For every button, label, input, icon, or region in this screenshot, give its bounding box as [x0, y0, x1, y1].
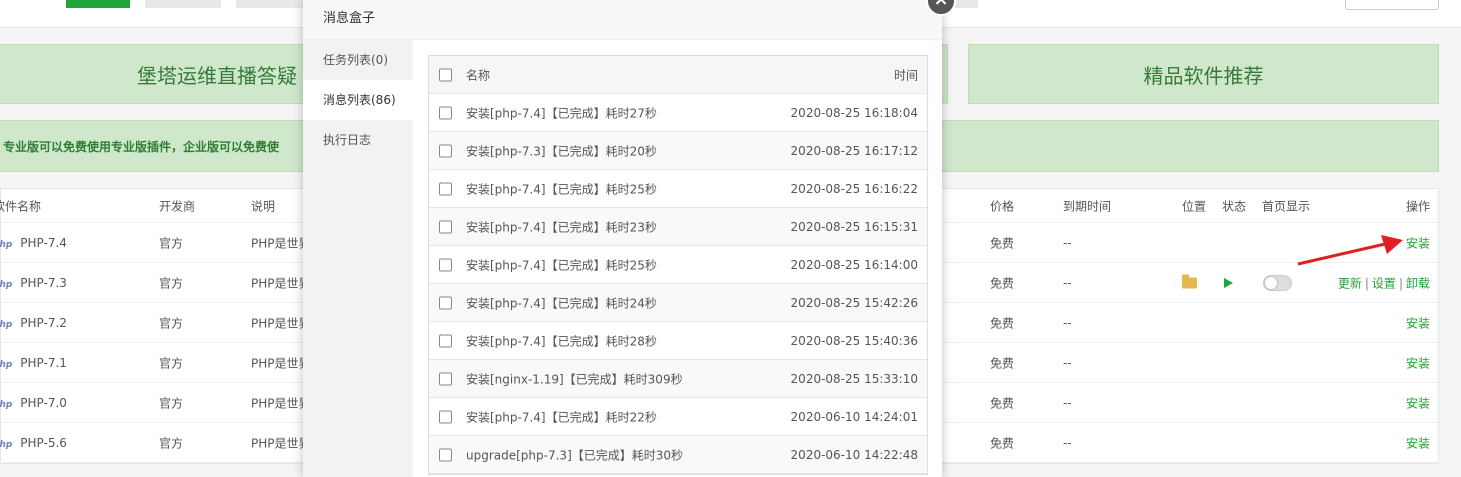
message-row: 安装[php-7.4]【已完成】耗时24秒 2020-08-25 15:42:2… — [429, 284, 927, 322]
message-row: 安装[php-7.4]【已完成】耗时23秒 2020-08-25 16:15:3… — [429, 208, 927, 246]
row-checkbox[interactable] — [439, 410, 452, 423]
message-name: 安装[php-7.4]【已完成】耗时25秒 — [466, 182, 657, 196]
message-name: 安装[php-7.4]【已完成】耗时25秒 — [466, 258, 657, 272]
message-time: 2020-08-25 15:40:36 — [790, 333, 918, 348]
message-name: 安装[php-7.4]【已完成】耗时23秒 — [466, 220, 657, 234]
row-checkbox[interactable] — [439, 372, 452, 385]
message-name: 安装[php-7.4]【已完成】耗时24秒 — [466, 296, 657, 310]
message-name: upgrade[php-7.3]【已完成】耗时30秒 — [466, 448, 684, 462]
tab-execution-log[interactable]: 执行日志 — [303, 120, 413, 160]
row-checkbox[interactable] — [439, 296, 452, 309]
message-row: 安装[php-7.4]【已完成】耗时25秒 2020-08-25 16:14:0… — [429, 246, 927, 284]
message-row: 安装[php-7.4]【已完成】耗时22秒 2020-06-10 14:24:0… — [429, 398, 927, 436]
message-name: 安装[php-7.4]【已完成】耗时22秒 — [466, 410, 657, 424]
message-table-header: 名称 时间 — [429, 56, 927, 94]
row-checkbox[interactable] — [439, 144, 452, 157]
message-row: 安装[php-7.3]【已完成】耗时20秒 2020-08-25 16:17:1… — [429, 132, 927, 170]
message-time: 2020-08-25 15:42:26 — [790, 295, 918, 310]
message-time: 2020-08-25 15:33:10 — [790, 371, 918, 386]
row-checkbox[interactable] — [439, 220, 452, 233]
message-row: 安装[php-7.4]【已完成】耗时25秒 2020-08-25 16:16:2… — [429, 170, 927, 208]
message-time: 2020-08-25 16:15:31 — [790, 219, 918, 234]
dialog-title: 消息盒子 — [303, 0, 942, 40]
tab-task-list[interactable]: 任务列表(0) — [303, 40, 413, 80]
message-time: 2020-06-10 14:22:48 — [790, 447, 918, 462]
message-time: 2020-08-25 16:18:04 — [790, 105, 918, 120]
message-table: 名称 时间 安装[php-7.4]【已完成】耗时27秒 2020-08-25 1… — [428, 55, 928, 475]
row-checkbox[interactable] — [439, 106, 452, 119]
message-row: 安装[nginx-1.19]【已完成】耗时309秒 2020-08-25 15:… — [429, 360, 927, 398]
message-time: 2020-08-25 16:16:22 — [790, 181, 918, 196]
message-name: 安装[php-7.4]【已完成】耗时27秒 — [466, 106, 657, 120]
tab-message-list[interactable]: 消息列表(86) — [303, 80, 413, 120]
message-row: 安装[php-7.4]【已完成】耗时27秒 2020-08-25 16:18:0… — [429, 94, 927, 132]
col-header-name: 名称 — [466, 68, 491, 82]
message-name: 安装[php-7.3]【已完成】耗时20秒 — [466, 144, 657, 158]
message-name: 安装[php-7.4]【已完成】耗时28秒 — [466, 334, 657, 348]
select-all-checkbox[interactable] — [439, 68, 452, 81]
message-name: 安装[nginx-1.19]【已完成】耗时309秒 — [466, 372, 683, 386]
message-time: 2020-08-25 16:17:12 — [790, 143, 918, 158]
dialog-sidebar: 任务列表(0) 消息列表(86) 执行日志 — [303, 40, 413, 477]
message-row: 安装[php-7.4]【已完成】耗时28秒 2020-08-25 15:40:3… — [429, 322, 927, 360]
row-checkbox[interactable] — [439, 258, 452, 271]
message-time: 2020-08-25 16:14:00 — [790, 257, 918, 272]
col-header-time: 时间 — [893, 68, 918, 82]
row-checkbox[interactable] — [439, 182, 452, 195]
row-checkbox[interactable] — [439, 334, 452, 347]
message-list-panel: 名称 时间 安装[php-7.4]【已完成】耗时27秒 2020-08-25 1… — [428, 55, 928, 475]
row-checkbox[interactable] — [439, 448, 452, 461]
message-box-dialog: 消息盒子 × 任务列表(0) 消息列表(86) 执行日志 名称 时间 安装[ph… — [303, 0, 956, 477]
message-row: upgrade[php-7.3]【已完成】耗时30秒 2020-06-10 14… — [429, 436, 927, 474]
message-time: 2020-06-10 14:24:01 — [790, 409, 918, 424]
